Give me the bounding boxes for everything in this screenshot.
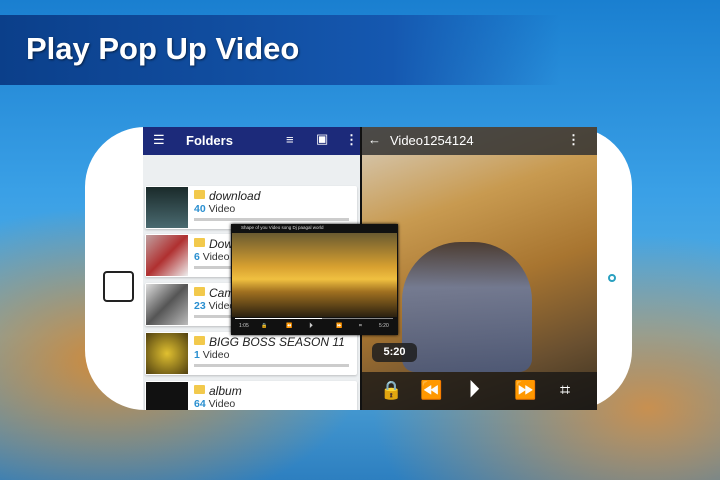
popup-elapsed: 1:05 bbox=[239, 323, 249, 329]
count-number: 40 bbox=[194, 203, 206, 215]
folder-name: BIGG BOSS SEASON 11 bbox=[209, 335, 345, 349]
video-frame bbox=[402, 242, 532, 372]
count-number: 64 bbox=[194, 398, 206, 410]
camera-icon bbox=[608, 274, 616, 282]
popup-player[interactable]: Shape of you Video song Dj paagal world … bbox=[231, 224, 398, 335]
folder-icon bbox=[194, 385, 205, 394]
folder-count: 6 Video bbox=[194, 251, 229, 263]
folder-path bbox=[194, 218, 349, 221]
popup-title: Shape of you Video song Dj paagal world bbox=[241, 225, 324, 230]
more-icon[interactable]: ⋮ bbox=[567, 132, 580, 148]
player-toolbar: ← Video1254124 ⋮ bbox=[362, 127, 597, 155]
folder-icon bbox=[194, 190, 205, 199]
player-controls: 🔒 ⏪ ⏵ ⏩ ⌗ bbox=[362, 372, 597, 410]
folder-count: 23 Video bbox=[194, 300, 235, 312]
popup-rewind-icon[interactable]: ⏪ bbox=[286, 323, 292, 329]
folder-name: download bbox=[209, 189, 261, 203]
time-badge: 5:20 bbox=[372, 343, 417, 362]
folder-count: 40 Video bbox=[194, 203, 235, 215]
banner-title: Play Pop Up Video bbox=[26, 31, 300, 66]
menu-icon[interactable]: ☰ bbox=[153, 132, 165, 148]
count-number: 6 bbox=[194, 251, 200, 263]
play-icon[interactable]: ⏵ bbox=[468, 376, 480, 404]
rewind-icon[interactable]: ⏪ bbox=[420, 380, 442, 401]
folder-item[interactable]: album 64 Video bbox=[145, 381, 357, 410]
count-unit: Video bbox=[202, 251, 230, 263]
folder-count: 1 Video bbox=[194, 349, 229, 361]
count-unit: Video bbox=[208, 398, 236, 410]
folder-icon bbox=[194, 238, 205, 247]
folder-thumbnail bbox=[146, 333, 188, 374]
folder-name: album bbox=[209, 384, 242, 398]
popup-video-frame bbox=[232, 233, 397, 317]
folders-toolbar: ☰ Folders ≡ ▣ ⋮ bbox=[143, 127, 360, 155]
folder-thumbnail bbox=[146, 187, 188, 228]
select-icon[interactable]: ▣ bbox=[316, 131, 328, 147]
seek-progress bbox=[235, 318, 322, 319]
folders-title: Folders bbox=[186, 133, 233, 148]
banner: Play Pop Up Video bbox=[0, 15, 560, 85]
popup-play-icon[interactable]: ⏵ bbox=[309, 321, 313, 331]
video-title: Video1254124 bbox=[390, 133, 474, 148]
folder-count: 64 Video bbox=[194, 398, 235, 410]
popup-seekbar[interactable] bbox=[235, 318, 393, 319]
home-button[interactable] bbox=[103, 271, 134, 302]
folder-path bbox=[194, 364, 349, 367]
count-number: 23 bbox=[194, 300, 206, 312]
folder-thumbnail bbox=[146, 382, 188, 410]
lock-icon[interactable]: 🔒 bbox=[380, 380, 402, 401]
popup-forward-icon[interactable]: ⏩ bbox=[336, 323, 342, 329]
folder-thumbnail bbox=[146, 235, 188, 276]
folder-icon bbox=[194, 287, 205, 296]
fast-forward-icon[interactable]: ⏩ bbox=[514, 380, 536, 401]
folder-thumbnail bbox=[146, 284, 188, 325]
folder-item[interactable]: download 40 Video bbox=[145, 186, 357, 229]
popup-lock-icon[interactable]: 🔒 bbox=[261, 323, 267, 329]
crop-icon[interactable]: ⌗ bbox=[560, 380, 570, 401]
popup-remaining: 5:20 bbox=[379, 323, 389, 329]
back-arrow-icon[interactable]: ← bbox=[368, 132, 381, 147]
more-icon[interactable]: ⋮ bbox=[345, 132, 358, 148]
popup-crop-icon[interactable]: ⌗ bbox=[359, 323, 362, 329]
folder-icon bbox=[194, 336, 205, 345]
folder-item[interactable]: BIGG BOSS SEASON 11 1 Video bbox=[145, 332, 357, 375]
count-number: 1 bbox=[194, 349, 200, 361]
phone-screen: ☰ Folders ≡ ▣ ⋮ download 40 Video Down 6… bbox=[143, 127, 597, 410]
count-unit: Video bbox=[208, 203, 236, 215]
count-unit: Video bbox=[202, 349, 230, 361]
sort-icon[interactable]: ≡ bbox=[286, 132, 294, 147]
